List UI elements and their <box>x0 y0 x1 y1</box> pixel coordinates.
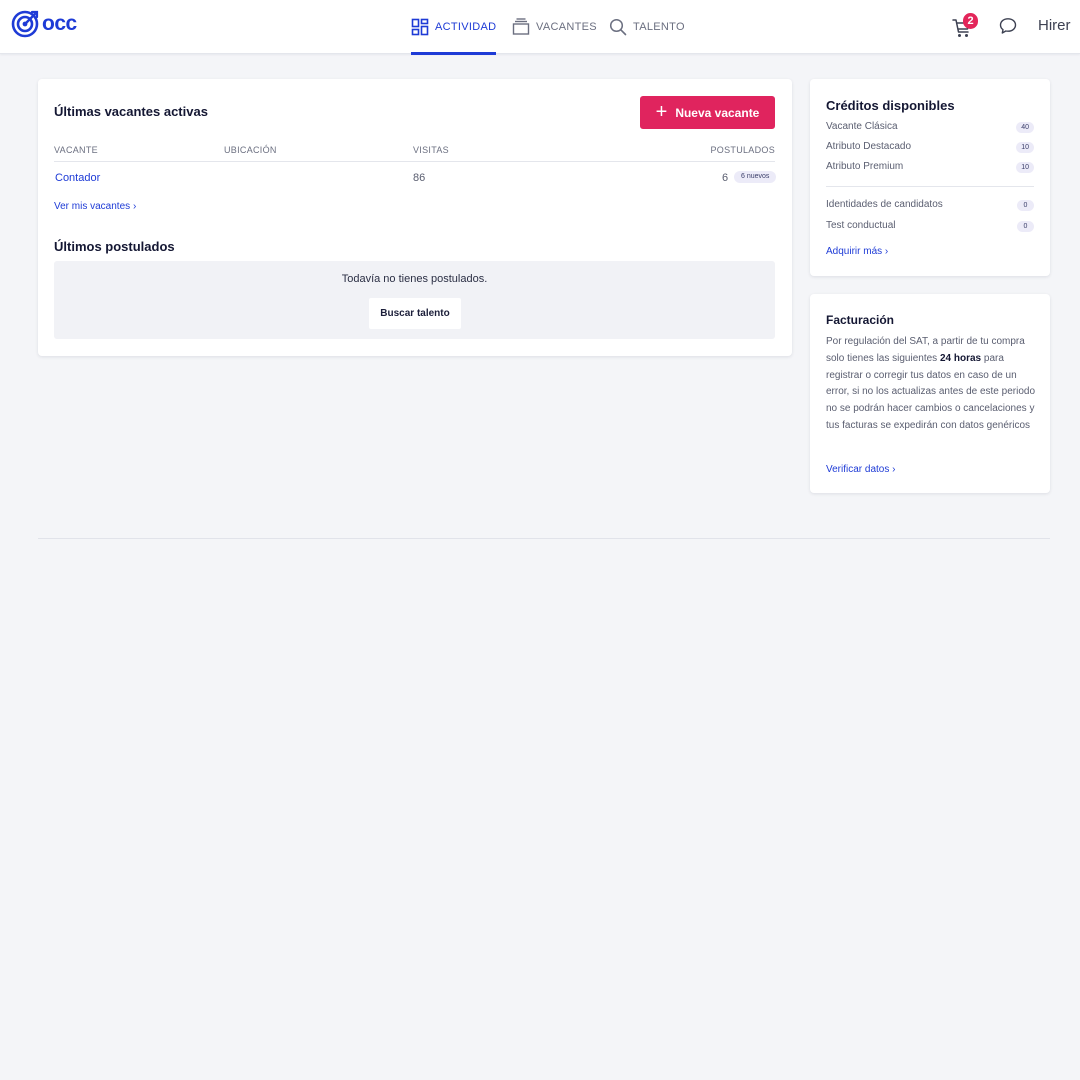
user-menu[interactable]: Hirer <box>1038 17 1071 34</box>
applicants-title: Últimos postulados <box>54 239 175 254</box>
column-header-ubicacion: UBICACIÓN <box>224 145 277 155</box>
search-talent-button[interactable]: Buscar talento <box>369 298 461 329</box>
credit-row-identidades: Identidades de candidatos 0 <box>826 199 1034 213</box>
new-applicants-badge: 6 nuevos <box>734 171 777 183</box>
credit-count: 0 <box>1017 200 1034 211</box>
verify-data-label: Verificar datos <box>826 464 890 475</box>
credit-count: 0 <box>1017 221 1034 232</box>
occ-logo[interactable]: occ <box>11 10 77 38</box>
new-vacancy-button[interactable]: + Nueva vacante <box>640 96 775 129</box>
credit-row-atributo-premium: Atributo Premium 10 <box>826 161 1034 175</box>
brand-name: occ <box>42 12 77 35</box>
nav-tab-label: ACTIVIDAD <box>435 21 497 33</box>
credit-row-atributo-destacado: Atributo Destacado 10 <box>826 141 1034 155</box>
applicants-empty-state: Todavía no tienes postulados. Buscar tal… <box>54 261 775 339</box>
search-icon <box>609 18 627 36</box>
billing-card: Facturación Por regulación del SAT, a pa… <box>810 294 1050 493</box>
vacancy-applicants-count: 6 <box>722 172 729 184</box>
table-divider <box>54 161 775 162</box>
cart-button[interactable]: 2 <box>952 13 980 39</box>
vacancy-visits: 86 <box>413 172 426 184</box>
column-header-vacante: VACANTE <box>54 145 98 155</box>
nav-tab-talento[interactable]: TALENTO <box>609 0 685 54</box>
billing-text-end: para registrar o corregir tus datos en c… <box>826 352 1036 431</box>
column-header-visitas: VISITAS <box>413 145 449 155</box>
empty-state-text: Todavía no tienes postulados. <box>341 273 488 285</box>
nav-tab-actividad[interactable]: ACTIVIDAD <box>411 0 497 55</box>
vacancies-card: Últimas vacantes activas + Nueva vacante… <box>38 79 792 356</box>
billing-title: Facturación <box>826 313 895 327</box>
vacancy-link-contador[interactable]: Contador <box>55 172 100 184</box>
nav-tab-label: TALENTO <box>633 21 685 33</box>
chevron-right-icon: › <box>132 201 137 212</box>
credits-title: Créditos disponibles <box>826 98 955 113</box>
credit-row-test-conductual: Test conductual 0 <box>826 220 1034 234</box>
see-my-vacancies-label: Ver mis vacantes <box>54 201 131 212</box>
dashboard-icon <box>411 18 429 36</box>
top-navigation-bar: occ ACTIVIDAD VACANTES TALENTO 2 Hirer <box>0 0 1080 55</box>
credit-count: 10 <box>1016 142 1034 153</box>
nav-tab-label: VACANTES <box>536 21 597 33</box>
credit-count: 40 <box>1016 122 1034 133</box>
acquire-more-label: Adquirir más <box>826 246 883 257</box>
cart-count-badge: 2 <box>963 13 978 29</box>
acquire-more-link[interactable]: Adquirir más › <box>826 246 888 257</box>
chevron-right-icon: › <box>892 464 896 475</box>
vacancies-icon <box>512 18 530 35</box>
credits-divider <box>826 186 1034 187</box>
billing-notice: Por regulación del SAT, a partir de tu c… <box>826 334 1038 435</box>
verify-data-link[interactable]: Verificar datos › <box>826 464 896 475</box>
credit-label: Atributo Premium <box>826 161 904 172</box>
see-my-vacancies-link[interactable]: Ver mis vacantes › <box>54 201 136 212</box>
messages-button[interactable] <box>999 17 1017 40</box>
credit-row-vacante-clasica: Vacante Clásica 40 <box>826 121 1034 135</box>
credit-label: Test conductual <box>826 220 896 231</box>
page-footer-divider <box>38 538 1050 539</box>
column-header-postulados: POSTULADOS <box>710 145 775 155</box>
billing-text-highlight: 24 horas <box>939 352 982 364</box>
credits-card: Créditos disponibles Vacante Clásica 40 … <box>810 79 1050 276</box>
target-logo-icon <box>11 10 39 38</box>
plus-icon: + <box>655 100 668 123</box>
vacancies-title: Últimas vacantes activas <box>54 104 208 119</box>
nav-tab-vacantes[interactable]: VACANTES <box>512 0 597 54</box>
credit-count: 10 <box>1016 162 1034 173</box>
credit-label: Identidades de candidatos <box>826 199 943 210</box>
chat-bubble-icon <box>999 18 1017 34</box>
credit-label: Vacante Clásica <box>826 121 898 132</box>
credit-label: Atributo Destacado <box>826 141 912 152</box>
chevron-right-icon: › <box>884 246 889 257</box>
new-vacancy-label: Nueva vacante <box>675 105 760 120</box>
